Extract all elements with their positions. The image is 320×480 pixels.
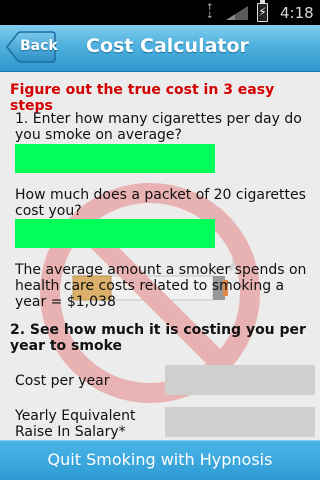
back-button-label: Back: [20, 38, 58, 54]
cost-per-year-output: [165, 365, 315, 395]
step2-heading: 2. See how much it is costing you per ye…: [10, 322, 306, 354]
pack-price-input[interactable]: [15, 219, 215, 248]
data-transfer-icon: ↑ ↓: [206, 3, 214, 21]
pack-price-label: How much does a packet of 20 cigarettes …: [15, 187, 306, 219]
battery-charging-icon: ⚡: [257, 0, 268, 22]
quit-smoking-hypnosis-button[interactable]: Quit Smoking with Hypnosis: [0, 440, 320, 480]
status-time: 4:18: [280, 4, 314, 22]
app-header: Back Cost Calculator: [0, 25, 320, 72]
back-button[interactable]: Back: [6, 31, 58, 63]
intro-heading: Figure out the true cost in 3 easy steps: [10, 82, 275, 114]
status-bar: ↑ ↓ ⚡ 4:18: [0, 0, 320, 25]
salary-raise-label: Yearly Equivalent Raise In Salary*: [15, 408, 136, 440]
health-cost-note: The average amount a smoker spends on he…: [15, 262, 307, 310]
cigarettes-per-day-label: 1. Enter how many cigarettes per day do …: [15, 111, 302, 143]
cost-per-year-label: Cost per year: [15, 373, 110, 389]
salary-raise-output: [165, 407, 315, 437]
page-title: Cost Calculator: [86, 35, 249, 57]
signal-icon: [226, 6, 248, 20]
cigarettes-per-day-input[interactable]: [15, 144, 215, 173]
calculator-form[interactable]: Figure out the true cost in 3 easy steps…: [0, 73, 320, 440]
